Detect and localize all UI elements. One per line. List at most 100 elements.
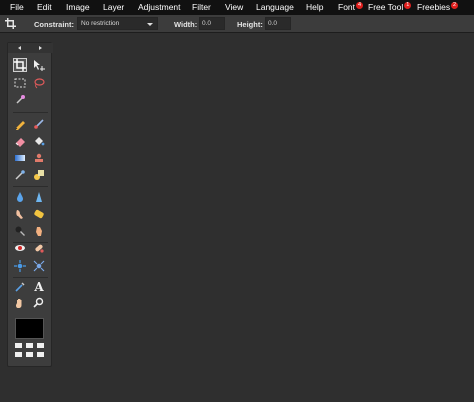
bloat-icon xyxy=(14,260,26,272)
sponge-tool[interactable] xyxy=(32,207,46,221)
color-picker-tool[interactable] xyxy=(13,280,27,294)
menu-help[interactable]: Help xyxy=(306,2,323,12)
menu-free-tool-label: Free Tool xyxy=(368,2,404,12)
primary-color-swatch[interactable] xyxy=(15,318,44,339)
eraser-tool[interactable] xyxy=(13,134,27,148)
menu-adjustment[interactable]: Adjustment xyxy=(138,2,181,12)
panel-header xyxy=(8,43,53,53)
pinch-tool[interactable] xyxy=(32,259,46,273)
menu-freebies[interactable]: Freebies 2 xyxy=(417,2,459,12)
clone-stamp-icon xyxy=(35,153,43,162)
color-picker-icon xyxy=(15,282,25,292)
shape-tool[interactable] xyxy=(32,168,46,182)
constraint-label: Constraint: xyxy=(34,20,74,29)
dodge-icon xyxy=(36,227,42,236)
text-tool[interactable]: A xyxy=(32,280,46,294)
collapse-left-icon[interactable] xyxy=(18,46,21,50)
menu-help-label: Help xyxy=(306,2,324,12)
clone-stamp-tool[interactable] xyxy=(32,151,46,165)
move-icon xyxy=(34,60,45,71)
menu-adjustment-label: Adjustment xyxy=(138,2,181,12)
crop-tool[interactable] xyxy=(13,58,27,72)
workspace-canvas[interactable] xyxy=(55,34,474,402)
brush-tool[interactable] xyxy=(32,117,46,131)
constraint-select[interactable]: No restriction xyxy=(77,17,158,30)
marquee-tool[interactable] xyxy=(13,76,27,90)
free-tool-count-badge: 1 xyxy=(404,2,412,9)
paint-bucket-tool[interactable] xyxy=(32,134,46,148)
crop-icon xyxy=(5,18,16,29)
move-tool[interactable] xyxy=(32,58,46,72)
menu-image[interactable]: Image xyxy=(66,2,90,12)
layout-grid-button[interactable] xyxy=(15,352,22,357)
drop-icon xyxy=(17,192,23,202)
magic-wand-tool[interactable] xyxy=(13,93,27,107)
red-eye-icon xyxy=(15,245,25,251)
layout-grid-button[interactable] xyxy=(26,343,33,348)
lasso-icon xyxy=(34,78,45,89)
dodge-tool[interactable] xyxy=(32,224,46,238)
pencil-tool[interactable] xyxy=(13,117,27,131)
separator xyxy=(13,112,48,113)
layout-grid-button[interactable] xyxy=(26,352,33,357)
menu-view-label: View xyxy=(225,2,244,12)
menu-view[interactable]: View xyxy=(225,2,243,12)
text-icon: A xyxy=(34,280,44,294)
tools-panel: A xyxy=(7,42,53,367)
marquee-icon xyxy=(14,78,26,88)
menu-freebies-label: Freebies xyxy=(417,2,451,12)
sharpen-tool[interactable] xyxy=(32,190,46,204)
red-eye-tool[interactable] xyxy=(13,241,27,255)
menu-file-label: File xyxy=(10,2,24,12)
menu-edit-label: Edit xyxy=(37,2,52,12)
chevron-down-icon xyxy=(147,23,153,26)
separator xyxy=(13,186,48,187)
menu-bar: File Edit Image Layer Adjustment Filter … xyxy=(0,0,474,15)
eraser-icon xyxy=(15,138,25,147)
color-replace-icon xyxy=(15,170,25,180)
menu-language[interactable]: Language xyxy=(256,2,294,12)
shape-icon xyxy=(34,170,44,180)
sponge-icon xyxy=(34,209,44,219)
expand-right-icon[interactable] xyxy=(39,46,42,50)
sharpen-icon xyxy=(36,192,42,202)
menu-font[interactable]: Font 4 xyxy=(338,2,364,12)
menu-image-label: Image xyxy=(66,2,90,12)
lasso-tool[interactable] xyxy=(32,76,46,90)
layout-grid-button[interactable] xyxy=(37,352,44,357)
font-count-badge: 4 xyxy=(356,2,364,9)
layout-grid-button[interactable] xyxy=(37,343,44,348)
burn-icon xyxy=(15,226,25,236)
menu-filter-label: Filter xyxy=(192,2,211,12)
freebies-count-badge: 2 xyxy=(451,2,459,9)
crop-icon xyxy=(14,59,26,71)
menu-free-tool[interactable]: Free Tool 1 xyxy=(368,2,412,12)
menu-filter[interactable]: Filter xyxy=(192,2,211,12)
hand-tool[interactable] xyxy=(13,296,27,310)
zoom-tool[interactable] xyxy=(32,296,46,310)
brush-icon xyxy=(34,119,44,129)
pinch-icon xyxy=(33,260,45,272)
smudge-tool[interactable] xyxy=(13,207,27,221)
menu-layer[interactable]: Layer xyxy=(103,2,124,12)
layout-grid-button[interactable] xyxy=(15,343,22,348)
separator xyxy=(13,277,48,278)
smudge-icon xyxy=(16,210,23,219)
menu-file[interactable]: File xyxy=(10,2,24,12)
pencil-icon xyxy=(15,121,25,130)
menu-edit[interactable]: Edit xyxy=(37,2,52,12)
menu-font-label: Font xyxy=(338,2,356,12)
gradient-tool[interactable] xyxy=(13,151,27,165)
spot-heal-tool[interactable] xyxy=(32,241,46,255)
width-input[interactable] xyxy=(199,17,225,30)
constraint-value: No restriction xyxy=(81,20,120,27)
burn-tool[interactable] xyxy=(13,224,27,238)
blur-tool[interactable] xyxy=(13,190,27,204)
height-input[interactable] xyxy=(265,17,291,30)
spot-heal-icon xyxy=(35,244,44,253)
tool-options-bar: Constraint: No restriction Width: Height… xyxy=(0,15,474,33)
bloat-tool[interactable] xyxy=(13,259,27,273)
gradient-icon xyxy=(15,155,25,161)
color-replace-tool[interactable] xyxy=(13,168,27,182)
menu-layer-label: Layer xyxy=(103,2,125,12)
